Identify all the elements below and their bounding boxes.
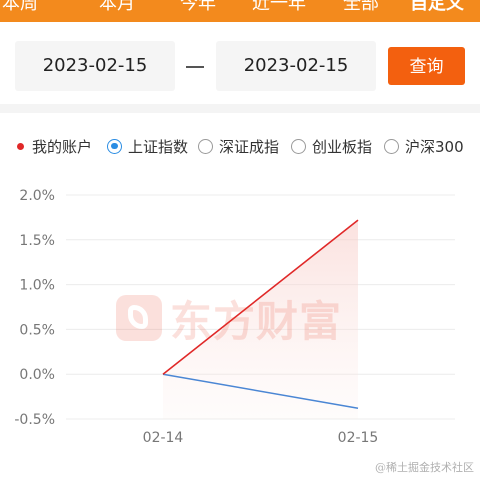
tab-all[interactable]: 全部 [343, 0, 379, 17]
date-range-bar: 2023-02-15 2023-02-15 查询 [0, 22, 480, 104]
y-tick-label: 0.0% [19, 367, 55, 383]
start-date-field[interactable]: 2023-02-15 [15, 41, 175, 91]
tab-this-year[interactable]: 今年 [180, 0, 216, 17]
end-date-field[interactable]: 2023-02-15 [216, 41, 376, 91]
radio-chinext-index-label[interactable]: 创业板指 [312, 136, 372, 157]
tab-custom[interactable]: 自定义 [410, 0, 464, 17]
y-tick-label: 0.5% [19, 322, 55, 338]
tab-last-year[interactable]: 近一年 [252, 0, 306, 17]
juejin-credit: @稀土掘金技术社区 [375, 461, 474, 474]
index-selector: 我的账户 上证指数 深证成指 创业板指 沪深300 [0, 128, 480, 164]
legend-my-account-label: 我的账户 [32, 137, 93, 156]
watermark-text: 东方财富 [170, 296, 343, 346]
radio-sse-index-label[interactable]: 上证指数 [128, 136, 188, 157]
y-tick-label: 1.0% [19, 278, 55, 294]
radio-csi300[interactable]: 沪深300 [384, 128, 464, 164]
radio-szse-component[interactable]: 深证成指 [198, 128, 279, 164]
radio-sse-index[interactable]: 上证指数 [107, 128, 188, 164]
eastmoney-logo-icon [116, 295, 162, 341]
date-range-separator [186, 66, 204, 68]
tab-this-week[interactable]: 本周 [2, 0, 38, 17]
period-tabs: 本周 本月 今年 近一年 全部 自定义 [0, 0, 480, 22]
query-button[interactable]: 查询 [388, 47, 465, 85]
radio-csi300-label[interactable]: 沪深300 [405, 136, 464, 157]
radio-checked-icon[interactable] [107, 138, 122, 154]
x-tick-label: 02-15 [338, 430, 379, 446]
x-tick-label: 02-14 [143, 430, 184, 446]
tab-this-month[interactable]: 本月 [99, 0, 135, 17]
section-divider [0, 104, 480, 113]
red-dot-icon [17, 142, 24, 150]
legend-my-account: 我的账户 [17, 128, 92, 164]
radio-unchecked-icon[interactable] [291, 138, 306, 154]
y-tick-label: 1.5% [19, 233, 55, 249]
radio-chinext-index[interactable]: 创业板指 [291, 128, 372, 164]
radio-unchecked-icon[interactable] [198, 138, 213, 154]
eastmoney-watermark: 东方财富 [116, 292, 342, 346]
radio-szse-component-label[interactable]: 深证成指 [219, 136, 279, 157]
y-tick-label: -0.5% [14, 412, 55, 428]
radio-unchecked-icon[interactable] [384, 138, 399, 154]
y-tick-label: 2.0% [19, 188, 55, 204]
